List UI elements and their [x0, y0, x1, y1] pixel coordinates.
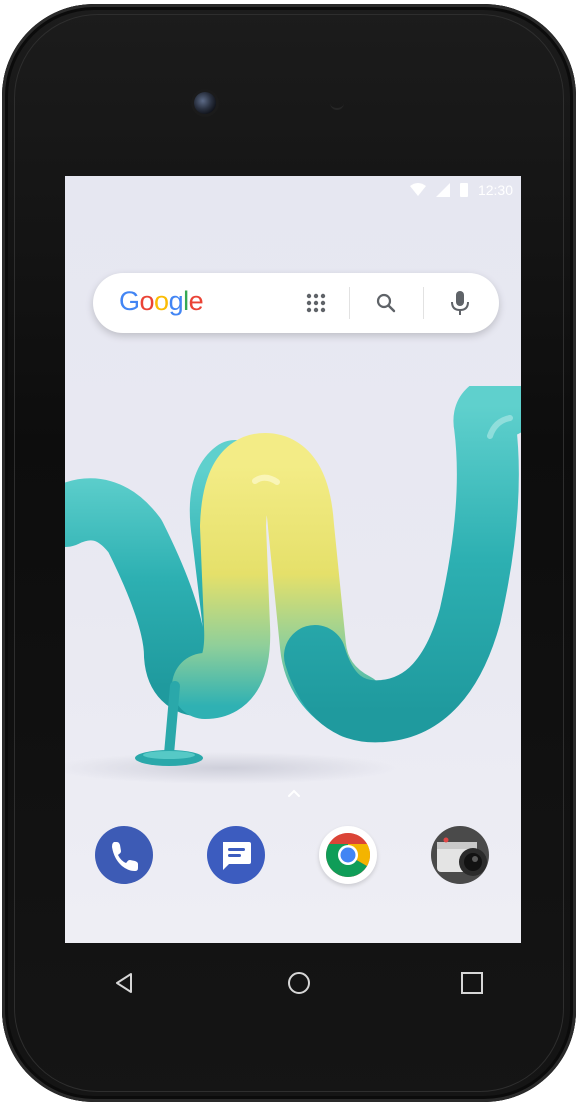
battery-icon [459, 183, 468, 197]
google-logo[interactable]: Google [119, 286, 204, 317]
messages-app-icon[interactable] [207, 826, 265, 884]
google-logo-letter: G [119, 286, 140, 316]
google-search-bar[interactable]: Google [93, 273, 499, 333]
recents-icon[interactable] [457, 968, 487, 998]
search-divider [423, 287, 424, 319]
home-screen: 12:30 Google [65, 176, 521, 943]
navigation-bar [65, 944, 521, 1024]
microphone-icon[interactable] [448, 289, 472, 317]
chrome-app-icon[interactable] [319, 826, 377, 884]
front-camera [194, 92, 216, 114]
camera-app-icon[interactable] [431, 826, 489, 884]
phone-handset-icon [112, 842, 138, 871]
home-icon[interactable] [284, 968, 314, 998]
app-drawer-chevron-icon[interactable] [287, 788, 301, 798]
app-dock [65, 816, 521, 906]
wifi-icon [409, 183, 426, 196]
google-logo-letter: e [188, 286, 204, 316]
google-logo-letter: o [154, 286, 169, 316]
search-divider [349, 287, 350, 319]
wiko-w-wallpaper [65, 386, 521, 784]
search-icon[interactable] [374, 291, 398, 315]
message-bubble-icon [223, 842, 251, 870]
status-time: 12:30 [477, 182, 513, 198]
apps-grid-icon[interactable] [304, 291, 328, 315]
camera-lens-icon [437, 837, 487, 876]
status-bar: 12:30 [65, 176, 521, 206]
phone-body: 12:30 Google [2, 4, 576, 1102]
phone-app-icon[interactable] [95, 826, 153, 884]
back-icon[interactable] [109, 968, 139, 998]
google-logo-letter: g [168, 286, 184, 316]
google-logo-letter: o [139, 286, 155, 316]
chrome-logo-icon [326, 833, 370, 877]
signal-icon [435, 183, 450, 197]
